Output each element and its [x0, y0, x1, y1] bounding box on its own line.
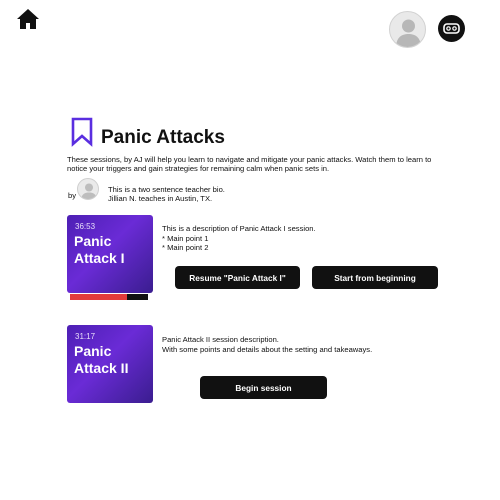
session-2-description-line1: Panic Attack II session description.	[162, 335, 279, 344]
session-1-thumbnail[interactable]: 36:53 Panic Attack I	[67, 215, 153, 293]
session-1-description: This is a description of Panic Attack I …	[162, 224, 316, 253]
teacher-avatar[interactable]	[77, 178, 99, 200]
session-2-description: Panic Attack II session description. Wit…	[162, 335, 372, 354]
course-title: Panic Attacks	[101, 127, 225, 148]
session-1-thumbnail-title: Panic Attack I	[74, 233, 125, 266]
session-2-duration: 31:17	[75, 332, 96, 341]
session-1-point-1: * Main point 1	[162, 233, 209, 243]
begin-session-button[interactable]: Begin session	[200, 376, 327, 399]
user-avatar-icon[interactable]	[389, 11, 426, 48]
course-description: These sessions, by AJ will help you lear…	[67, 155, 432, 174]
start-from-beginning-button[interactable]: Start from beginning	[312, 266, 438, 289]
session-1-progress-fill	[70, 294, 127, 300]
by-label: by	[68, 191, 77, 200]
home-icon[interactable]	[16, 8, 40, 30]
session-1-point-2: * Main point 2	[162, 243, 209, 252]
teacher-bio: This is a two sentence teacher bio. Jill…	[108, 185, 225, 203]
session-2-thumbnail-title: Panic Attack II	[74, 343, 129, 376]
bookmark-icon[interactable]	[70, 117, 94, 147]
resume-session-button[interactable]: Resume "Panic Attack I"	[175, 266, 300, 289]
session-1-description-text: This is a description of Panic Attack I …	[162, 224, 316, 233]
teacher-bio-line1: This is a two sentence teacher bio.	[108, 185, 225, 194]
session-1-duration: 36:53	[75, 222, 96, 231]
session-2-description-line2: With some points and details about the s…	[162, 344, 373, 354]
session-2-thumbnail[interactable]: 31:17 Panic Attack II	[67, 325, 153, 403]
vr-headset-icon[interactable]	[438, 15, 465, 42]
teacher-bio-line2: Jillian N. teaches in Austin, TX.	[108, 194, 213, 203]
session-1-progress-bar	[70, 294, 148, 300]
